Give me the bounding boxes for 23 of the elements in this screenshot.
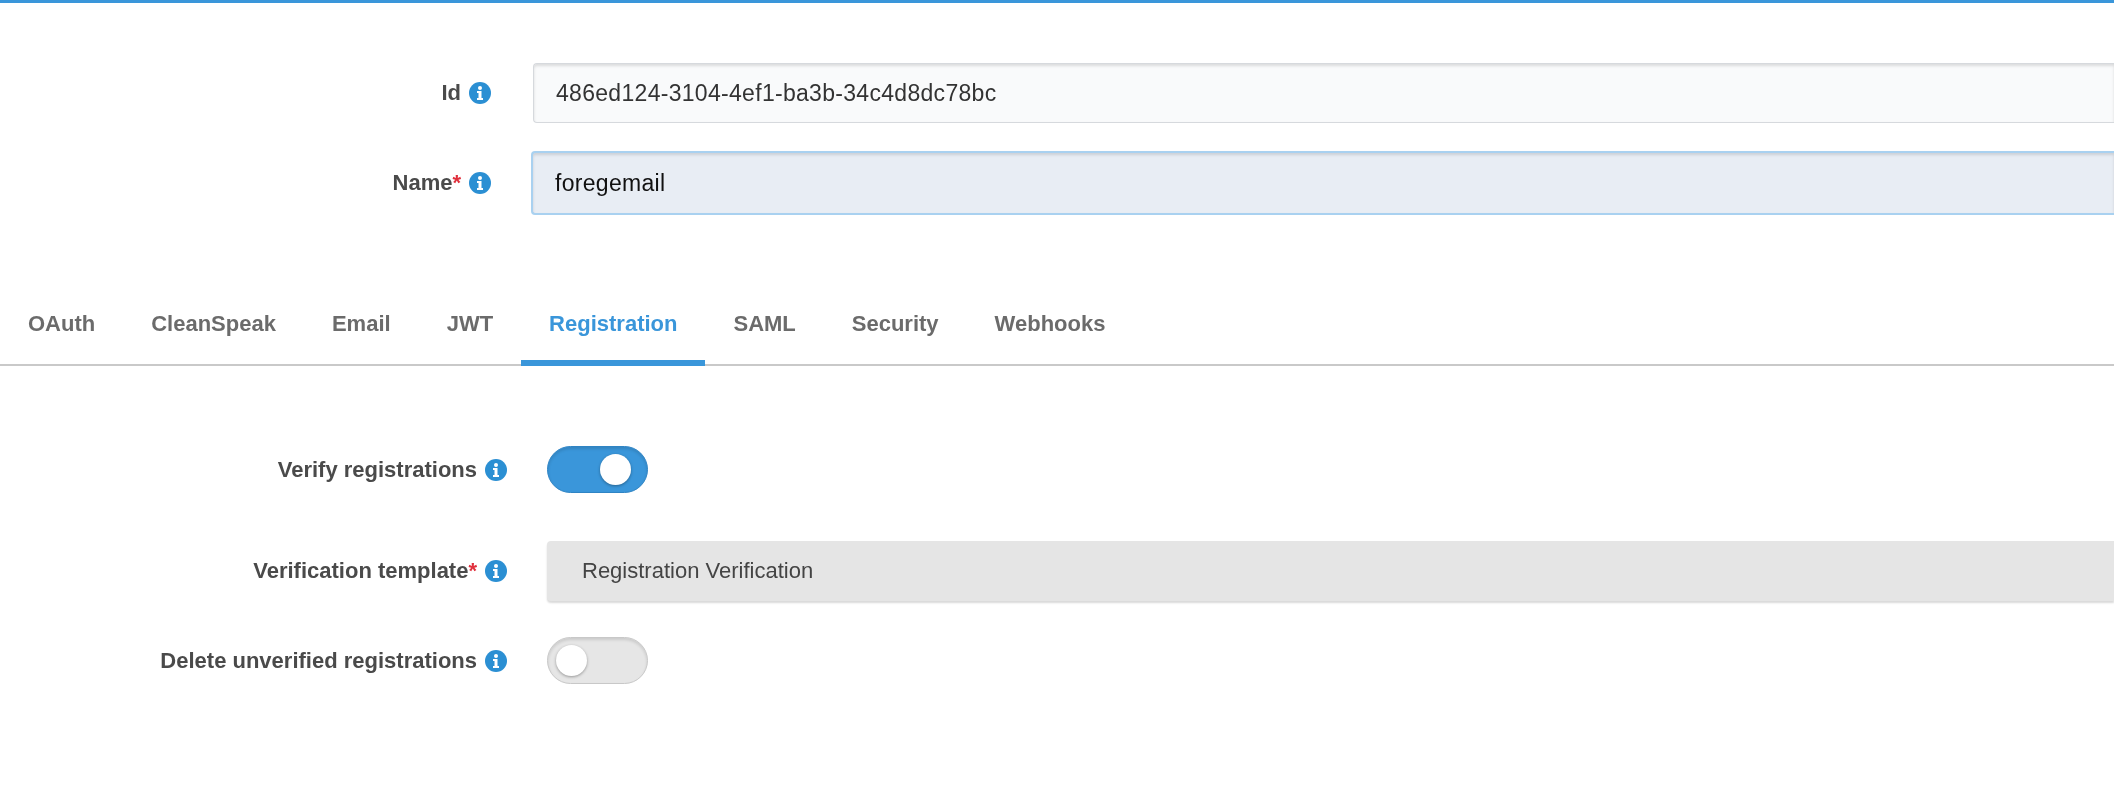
- tab[interactable]: Security: [823, 301, 967, 366]
- info-icon[interactable]: [485, 649, 507, 672]
- tab[interactable]: OAuth: [0, 301, 124, 366]
- tab[interactable]: JWT: [418, 301, 522, 366]
- template-select[interactable]: Registration Verification: [547, 541, 2114, 601]
- tab[interactable]: CleanSpeak: [123, 301, 304, 366]
- field-label: Id: [441, 80, 461, 106]
- field-label: Name*: [392, 170, 461, 196]
- info-icon[interactable]: [485, 458, 507, 481]
- field-label: Delete unverified registrations: [160, 647, 477, 674]
- toggle-switch[interactable]: [547, 446, 648, 493]
- tab[interactable]: Email: [303, 301, 419, 366]
- field-label: Verify registrations: [277, 456, 477, 483]
- info-icon[interactable]: [469, 82, 491, 104]
- tab[interactable]: Registration: [521, 301, 706, 366]
- text-field[interactable]: 486ed124-3104-4ef1-ba3b-34c4d8dc78bc: [533, 63, 2114, 123]
- toggle-switch[interactable]: [547, 637, 648, 684]
- info-icon[interactable]: [485, 560, 507, 582]
- tab[interactable]: SAML: [705, 301, 824, 366]
- info-icon[interactable]: [469, 172, 491, 194]
- field-label: Verification template*: [253, 558, 477, 584]
- tab[interactable]: Webhooks: [966, 301, 1134, 366]
- text-field[interactable]: foregemail: [531, 151, 2114, 215]
